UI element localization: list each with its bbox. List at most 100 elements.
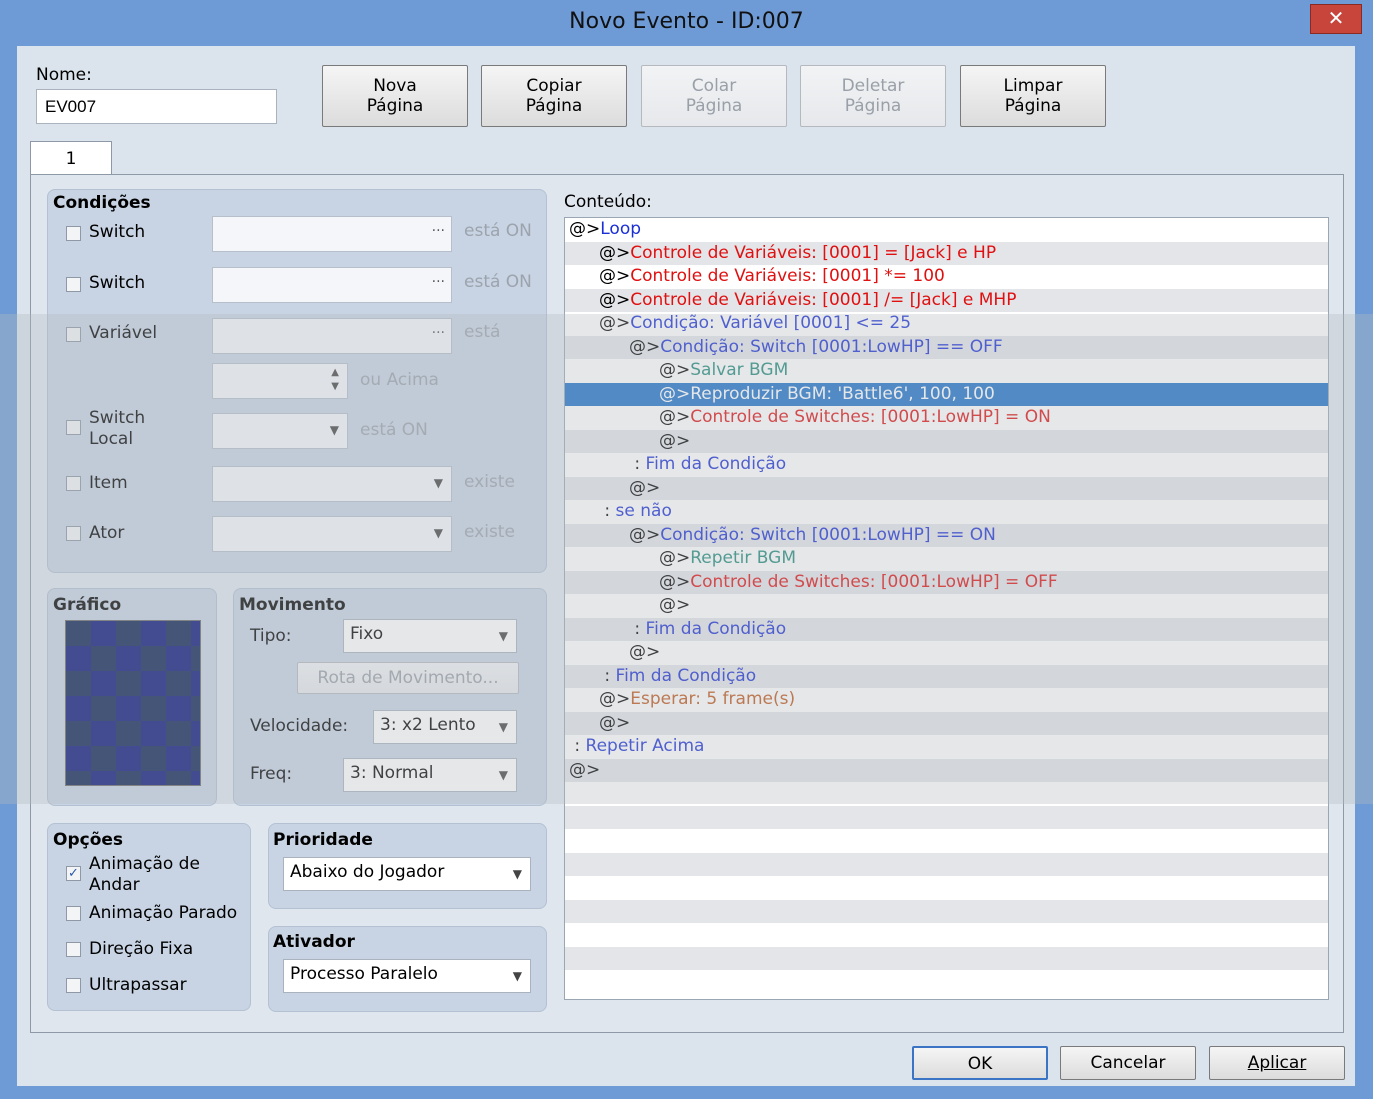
type-select[interactable]: Fixo ▼ (343, 619, 517, 653)
chevron-down-icon: ▼ (512, 969, 522, 983)
chevron-down-icon: ▼ (498, 720, 508, 734)
command-text: se não (615, 501, 672, 521)
command-row[interactable]: @>Salvar BGM (565, 359, 1328, 383)
page-button-3[interactable]: Deletar Página (800, 65, 946, 127)
command-prefix: @> (629, 524, 661, 545)
title-bar[interactable]: Novo Evento - ID:007 ✕ (0, 0, 1373, 46)
chevron-down-icon: ▼ (512, 867, 522, 881)
empty-row[interactable] (565, 876, 1328, 900)
command-row[interactable]: @>Controle de Variáveis: [0001] = [Jack]… (565, 241, 1328, 265)
command-list[interactable]: @>Loop @>Controle de Variáveis: [0001] = … (564, 217, 1329, 1000)
command-row[interactable]: @> (565, 711, 1328, 735)
self-switch-dropdown[interactable]: ▼ (212, 413, 348, 449)
freq-value: 3: Normal (350, 763, 434, 783)
page-button-label-line2: Página (685, 96, 743, 116)
variable-checkbox[interactable] (66, 327, 81, 342)
through-checkbox[interactable] (66, 978, 81, 993)
empty-row[interactable] (565, 829, 1328, 853)
switch1-checkbox[interactable] (66, 226, 81, 241)
command-prefix: @> (659, 571, 691, 592)
actor-checkbox[interactable] (66, 526, 81, 541)
empty-row[interactable] (565, 805, 1328, 829)
command-prefix: @> (659, 360, 691, 380)
command-row[interactable]: @>Controle de Switches: [0001:LowHP] = O… (565, 570, 1328, 594)
self-switch-checkbox[interactable] (66, 420, 81, 435)
command-row[interactable]: @>Loop (565, 218, 1328, 242)
apply-button[interactable]: Aplicar (1209, 1046, 1345, 1080)
empty-row[interactable] (565, 899, 1328, 923)
step-anim-checkbox[interactable] (66, 906, 81, 921)
command-prefix: @> (599, 266, 631, 286)
page-button-label-line1: Nova (373, 76, 417, 96)
page-button-2[interactable]: Colar Página (641, 65, 787, 127)
direction-fix-checkbox[interactable] (66, 942, 81, 957)
item-dropdown[interactable]: ▼ (212, 466, 452, 502)
command-row[interactable]: @> (565, 758, 1328, 782)
through-label: Ultrapassar (89, 975, 187, 995)
item-checkbox[interactable] (66, 476, 81, 491)
command-row[interactable]: @>Condição: Switch [0001:LowHP] == ON (565, 523, 1328, 547)
command-row[interactable]: @>Controle de Variáveis: [0001] *= 100 (565, 265, 1328, 289)
character-graphic[interactable] (65, 620, 201, 786)
variable-value-spinner[interactable]: ▲ ▼ (212, 363, 348, 399)
contents-label: Conteúdo: (564, 192, 652, 212)
priority-select[interactable]: Abaixo do Jogador ▼ (283, 857, 531, 891)
trigger-select[interactable]: Processo Paralelo ▼ (283, 959, 531, 993)
freq-select[interactable]: 3: Normal ▼ (343, 758, 517, 792)
empty-row[interactable] (565, 923, 1328, 947)
command-row[interactable]: @>Controle de Variáveis: [0001] /= [Jack… (565, 288, 1328, 312)
command-row[interactable]: : Fim da Condição (565, 664, 1328, 688)
ok-button[interactable]: OK (912, 1046, 1048, 1080)
page-button-4[interactable]: Limpar Página (960, 65, 1106, 127)
speed-label: Velocidade: (250, 716, 349, 736)
command-row[interactable]: @>Condição: Variável [0001] <= 25 (565, 312, 1328, 336)
walk-anim-label-line2: Andar (89, 875, 140, 895)
command-row[interactable]: : Fim da Condição (565, 617, 1328, 641)
command-prefix: : (629, 618, 646, 639)
empty-row[interactable] (565, 852, 1328, 876)
cancel-button[interactable]: Cancelar (1060, 1046, 1196, 1080)
empty-row[interactable] (565, 946, 1328, 970)
close-icon[interactable]: ✕ (1310, 4, 1362, 34)
empty-row[interactable] (565, 970, 1328, 994)
move-route-button[interactable]: Rota de Movimento... (297, 662, 519, 694)
command-row[interactable]: : Fim da Condição (565, 453, 1328, 477)
empty-row[interactable] (565, 782, 1328, 806)
spin-down-icon[interactable]: ▼ (331, 381, 339, 392)
command-row[interactable]: @>Controle de Switches: [0001:LowHP] = O… (565, 406, 1328, 430)
speed-select[interactable]: 3: x2 Lento ▼ (373, 710, 517, 744)
switch1-field[interactable]: ... (212, 216, 452, 252)
switch2-label: Switch (89, 273, 146, 293)
or-above-label: ou Acima (360, 370, 439, 390)
page-button-label-line2: Página (366, 96, 424, 116)
direction-fix-label: Direção Fixa (89, 939, 194, 959)
freq-label: Freq: (250, 764, 293, 784)
tab-page-1[interactable]: 1 (30, 141, 112, 177)
actor-dropdown[interactable]: ▼ (212, 516, 452, 552)
command-prefix: @> (659, 595, 691, 615)
page-button-1[interactable]: Copiar Página (481, 65, 627, 127)
command-row[interactable]: @> (565, 594, 1328, 618)
switch2-suffix: está ON (464, 272, 532, 292)
command-row[interactable]: @>Esperar: 5 frame(s) (565, 688, 1328, 712)
command-prefix: @> (659, 383, 691, 404)
page-button-0[interactable]: Nova Página (322, 65, 468, 127)
command-row[interactable]: @> (565, 429, 1328, 453)
command-text: Condição: Switch [0001:LowHP] == OFF (660, 336, 1003, 357)
command-row[interactable]: @> (565, 476, 1328, 500)
switch2-field[interactable]: ... (212, 267, 452, 303)
switch2-checkbox[interactable] (66, 277, 81, 292)
command-row[interactable]: @>Repetir BGM (565, 547, 1328, 571)
command-row[interactable]: @> (565, 641, 1328, 665)
command-row[interactable]: : Repetir Acima (565, 735, 1328, 759)
variable-field[interactable]: ... (212, 318, 452, 354)
name-input[interactable] (36, 89, 277, 124)
command-row[interactable]: @>Reproduzir BGM: 'Battle6', 100, 100 (565, 382, 1328, 406)
tab-label: 1 (65, 149, 77, 169)
command-row[interactable]: @>Condição: Switch [0001:LowHP] == OFF (565, 335, 1328, 359)
spin-up-icon[interactable]: ▲ (331, 367, 339, 378)
trigger-title: Ativador (273, 932, 355, 952)
command-row[interactable]: : se não (565, 500, 1328, 524)
walk-anim-checkbox[interactable]: ✓ (66, 866, 81, 881)
page-button-label-line1: Copiar (526, 76, 582, 96)
